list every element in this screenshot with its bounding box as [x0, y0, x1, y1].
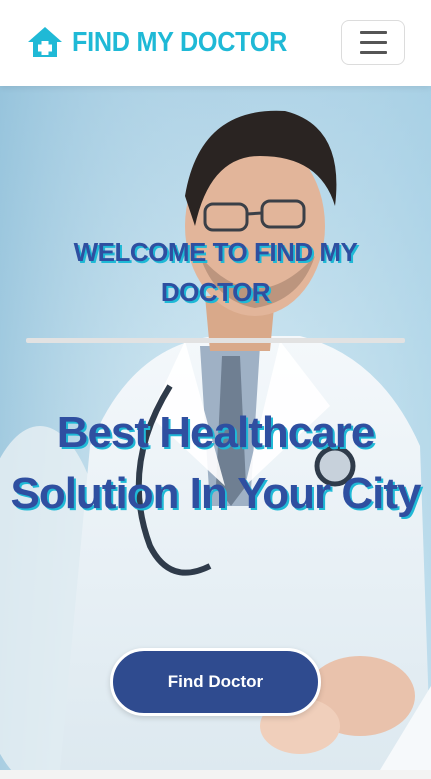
find-doctor-button[interactable]: Find Doctor: [110, 648, 321, 716]
brand-name: FIND MY DOCTOR: [72, 26, 288, 57]
hamburger-menu-icon: [359, 31, 387, 34]
navbar: FIND MY DOCTOR: [0, 0, 431, 86]
hamburger-menu-icon-bar: [359, 41, 387, 44]
hero-section: WELCOME TO FIND MY DOCTOR Best Healthcar…: [0, 86, 431, 770]
section-separator: [0, 770, 431, 779]
hamburger-menu-icon-bar: [359, 51, 387, 54]
home-plus-icon: [28, 27, 62, 57]
brand-link[interactable]: FIND MY DOCTOR: [26, 22, 311, 62]
navbar-toggler-button[interactable]: [341, 20, 405, 65]
welcome-heading: WELCOME TO FIND MY DOCTOR: [73, 237, 358, 307]
divider: [26, 338, 405, 343]
hero-headline: Best Healthcare Solution In Your City: [10, 408, 421, 518]
